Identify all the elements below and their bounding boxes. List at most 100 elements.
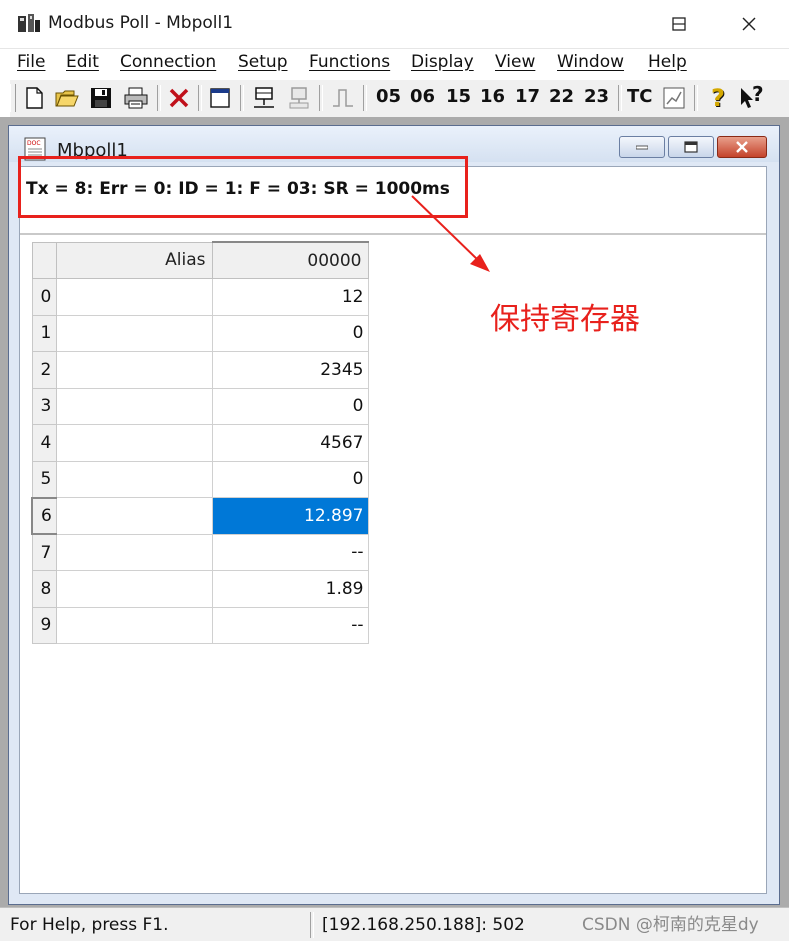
menu-view[interactable]: View xyxy=(495,52,535,72)
alias-cell[interactable] xyxy=(55,351,213,389)
value-cell[interactable]: 0 xyxy=(211,460,369,498)
fc-16-button[interactable]: 16 xyxy=(480,86,505,112)
row-index[interactable]: 0 xyxy=(31,278,57,316)
toolbar-grip[interactable] xyxy=(10,84,16,112)
toolbar-separator xyxy=(157,85,161,111)
child-close-button[interactable] xyxy=(717,136,767,158)
close-button[interactable] xyxy=(714,0,784,48)
annotation-label: 保持寄存器 xyxy=(490,302,640,337)
value-cell[interactable]: 2345 xyxy=(211,351,369,389)
table-row-selected: 6 12.897 xyxy=(31,496,369,535)
context-help-button[interactable]: ? xyxy=(738,82,766,112)
close-icon xyxy=(742,17,756,31)
open-folder-icon xyxy=(55,90,79,107)
row-index[interactable]: 1 xyxy=(31,314,57,352)
pulse-icon xyxy=(333,89,353,107)
value-cell[interactable]: -- xyxy=(211,606,369,644)
print-button[interactable] xyxy=(122,84,150,112)
graph-icon xyxy=(663,87,685,109)
close-icon xyxy=(736,141,748,153)
table-row: 9 -- xyxy=(31,606,369,644)
table-row: 4 4567 xyxy=(31,424,369,462)
row-index[interactable]: 2 xyxy=(31,351,57,389)
value-cell[interactable]: 0 xyxy=(211,387,369,425)
alias-cell[interactable] xyxy=(55,533,213,571)
row-index[interactable]: 3 xyxy=(31,387,57,425)
alias-cell[interactable] xyxy=(55,278,213,316)
toolbar-separator xyxy=(319,85,323,111)
child-restore-button[interactable] xyxy=(668,136,714,158)
help-button[interactable]: ? xyxy=(704,84,732,112)
fc-15-button[interactable]: 15 xyxy=(446,86,471,112)
new-document-button[interactable] xyxy=(20,84,48,112)
minimize-icon xyxy=(636,145,648,150)
alias-cell[interactable] xyxy=(55,606,213,644)
value-cell[interactable]: 12 xyxy=(211,278,369,316)
restore-icon xyxy=(684,141,698,153)
fc-05-button[interactable]: 05 xyxy=(376,86,401,112)
fc-22-button[interactable]: 22 xyxy=(549,86,574,112)
menu-setup[interactable]: Setup xyxy=(238,52,287,72)
status-connection: [192.168.250.188]: 502 xyxy=(322,915,525,935)
alias-cell[interactable] xyxy=(55,387,213,425)
maximize-button[interactable] xyxy=(644,0,714,48)
svg-text:DOC: DOC xyxy=(27,140,41,147)
value-cell[interactable]: -- xyxy=(211,533,369,571)
toolbar-separator xyxy=(198,85,202,111)
row-index[interactable]: 7 xyxy=(31,533,57,571)
menu-edit[interactable]: Edit xyxy=(66,52,99,72)
tc-button[interactable]: TC xyxy=(627,86,653,112)
window-icon xyxy=(210,88,230,108)
fc-06-button[interactable]: 06 xyxy=(410,86,435,112)
value-cell[interactable]: 1.89 xyxy=(211,570,369,608)
menu-connection[interactable]: Connection xyxy=(120,52,216,72)
row-index[interactable]: 8 xyxy=(31,570,57,608)
menu-window[interactable]: Window xyxy=(557,52,624,72)
child-minimize-button[interactable] xyxy=(619,136,665,158)
alias-cell[interactable] xyxy=(55,497,213,535)
menu-display[interactable]: Display xyxy=(411,52,474,72)
alias-cell[interactable] xyxy=(55,570,213,608)
save-disk-icon xyxy=(91,88,111,108)
printer-icon xyxy=(124,87,148,109)
grid-corner-cell[interactable] xyxy=(31,241,57,279)
alias-cell[interactable] xyxy=(55,424,213,462)
disconnect-button[interactable] xyxy=(285,84,313,112)
table-row: 8 1.89 xyxy=(31,570,369,608)
value-cell[interactable]: 4567 xyxy=(211,424,369,462)
value-cell-selected[interactable]: 12.897 xyxy=(211,497,369,535)
alias-cell[interactable] xyxy=(55,314,213,352)
disconnect-icon xyxy=(289,87,309,109)
connect-button[interactable] xyxy=(250,84,278,112)
open-button[interactable] xyxy=(53,84,81,112)
menu-file[interactable]: File xyxy=(17,52,45,72)
annotation-arrow-icon xyxy=(411,195,490,272)
graph-button[interactable] xyxy=(660,84,688,112)
fc-23-button[interactable]: 23 xyxy=(584,86,609,112)
toolbar-separator xyxy=(618,85,622,111)
fc-17-button[interactable]: 17 xyxy=(515,86,540,112)
table-row: 5 0 xyxy=(31,460,369,498)
save-button[interactable] xyxy=(87,84,115,112)
alias-cell[interactable] xyxy=(55,460,213,498)
row-index[interactable]: 9 xyxy=(31,606,57,644)
menu-help[interactable]: Help xyxy=(648,52,687,72)
status-help-text: For Help, press F1. xyxy=(10,915,169,935)
row-index[interactable]: 6 xyxy=(31,496,57,535)
table-row: 0 12 xyxy=(31,278,369,316)
row-index[interactable]: 4 xyxy=(31,424,57,462)
address-column-header[interactable]: 00000 xyxy=(211,241,369,279)
alias-column-header[interactable]: Alias xyxy=(55,241,213,279)
delete-button[interactable] xyxy=(165,84,193,112)
status-separator xyxy=(310,912,314,938)
toolbar: 05 06 15 16 17 22 23 TC ? ? xyxy=(10,79,789,118)
window-layout-button[interactable] xyxy=(206,84,234,112)
value-cell[interactable]: 0 xyxy=(211,314,369,352)
title-bar: Modbus Poll - Mbpoll1 xyxy=(0,0,789,48)
menu-functions[interactable]: Functions xyxy=(309,52,390,72)
table-row: 3 0 xyxy=(31,387,369,425)
toolbar-separator xyxy=(694,85,698,111)
modbus-app-icon xyxy=(18,14,40,32)
row-index[interactable]: 5 xyxy=(31,460,57,498)
pulse-button[interactable] xyxy=(329,84,357,112)
